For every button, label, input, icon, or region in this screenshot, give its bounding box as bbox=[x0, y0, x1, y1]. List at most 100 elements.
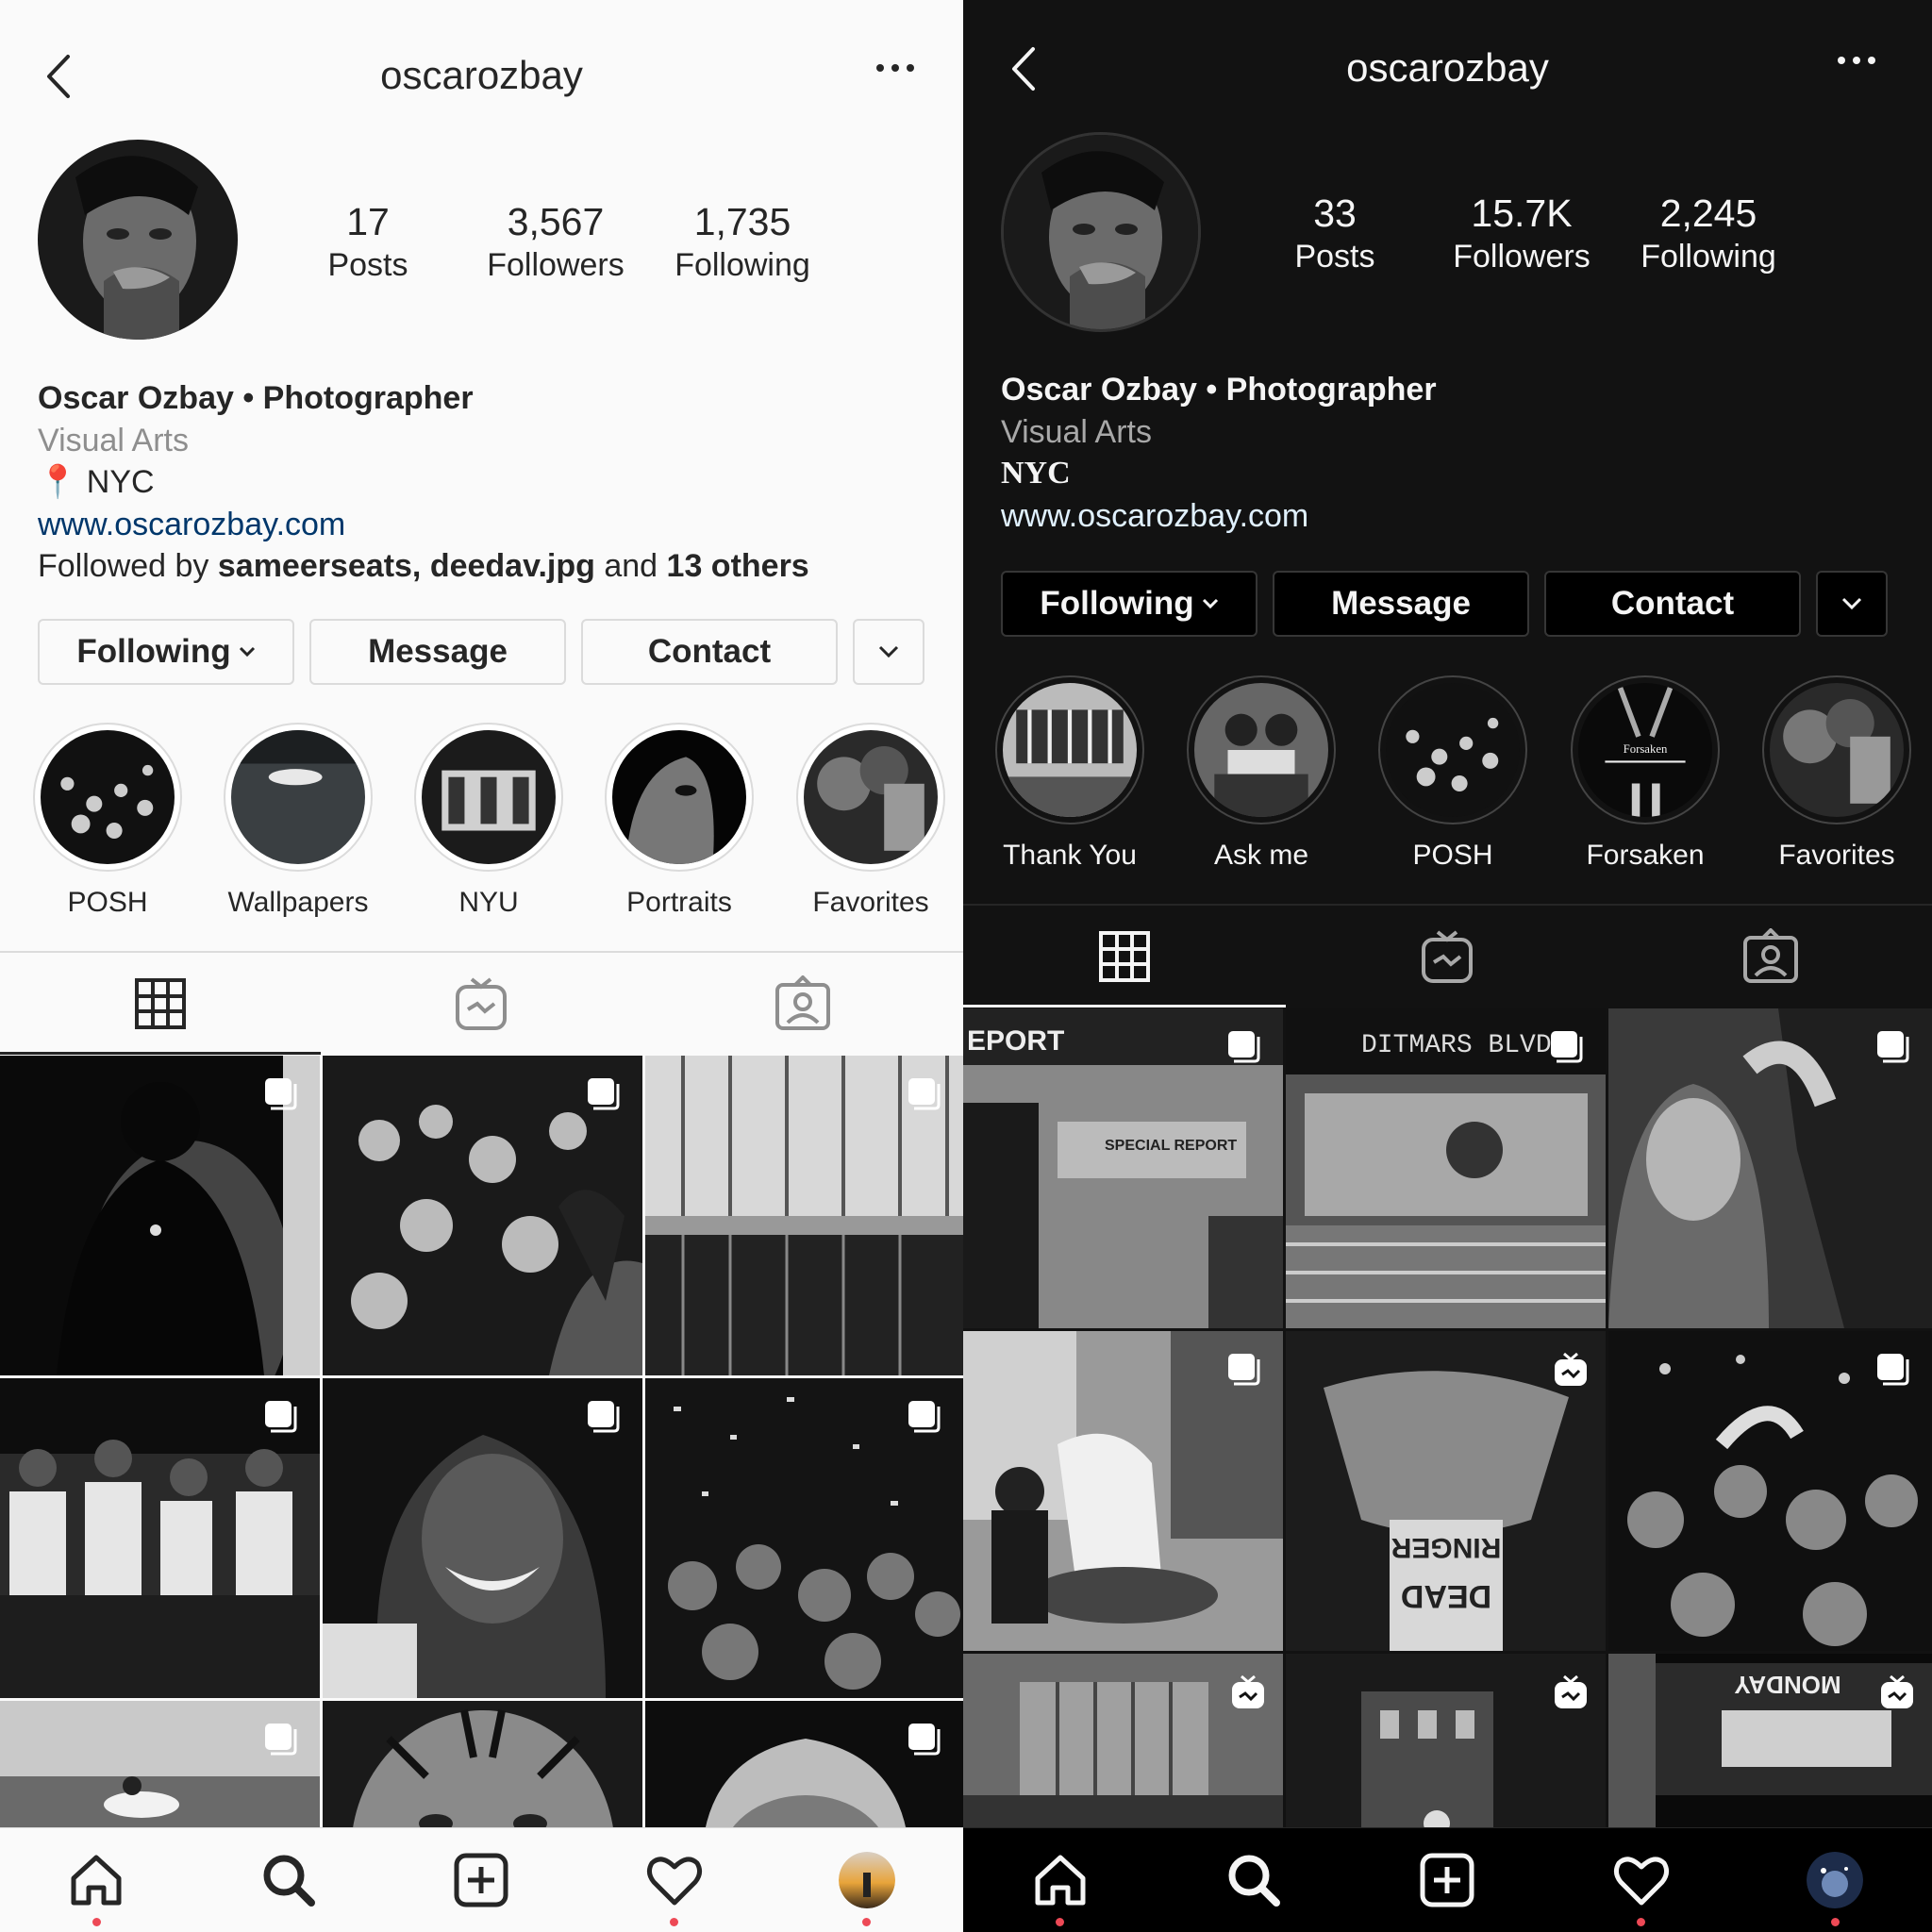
post-tile[interactable] bbox=[0, 1056, 320, 1375]
tab-tagged[interactable] bbox=[642, 953, 963, 1055]
profile-avatar-icon bbox=[838, 1852, 895, 1908]
more-icon[interactable] bbox=[874, 60, 916, 75]
website-link[interactable]: www.oscarozbay.com bbox=[38, 504, 809, 546]
carousel-icon bbox=[265, 1724, 297, 1756]
post-tile[interactable]: EPORT SPECIAL REPORT bbox=[963, 1008, 1283, 1328]
tab-grid[interactable] bbox=[963, 906, 1287, 1008]
carousel-icon bbox=[908, 1078, 941, 1110]
nav-profile[interactable] bbox=[1802, 1847, 1868, 1926]
tab-igtv[interactable] bbox=[321, 953, 641, 1055]
carousel-icon bbox=[1228, 1354, 1260, 1386]
followed-by-prefix: Followed by bbox=[38, 548, 209, 584]
suggested-dropdown-button[interactable] bbox=[1816, 571, 1888, 637]
followers-count[interactable]: 15.7K Followers bbox=[1437, 192, 1607, 278]
tab-tagged[interactable] bbox=[1609, 906, 1932, 1008]
followers-count[interactable]: 3,567 Followers bbox=[471, 200, 641, 287]
message-button[interactable]: Message bbox=[1273, 571, 1529, 637]
profile-avatar[interactable] bbox=[38, 140, 238, 340]
post-tile[interactable] bbox=[963, 1331, 1283, 1651]
nav-add[interactable] bbox=[1414, 1847, 1480, 1913]
message-button-label: Message bbox=[368, 633, 508, 670]
more-icon[interactable] bbox=[1836, 53, 1877, 68]
post-tile[interactable] bbox=[323, 1056, 642, 1375]
highlight-ask-me[interactable]: Ask me bbox=[1186, 675, 1337, 872]
following-button[interactable]: Following bbox=[38, 619, 294, 685]
contact-button[interactable]: Contact bbox=[581, 619, 838, 685]
igtv-icon bbox=[1232, 1674, 1264, 1708]
highlight-forsaken[interactable]: Forsaken Forsaken bbox=[1570, 675, 1721, 872]
tab-igtv[interactable] bbox=[1286, 906, 1608, 1008]
highlight-favorites[interactable]: Favorites bbox=[1761, 675, 1912, 872]
highlight-posh[interactable]: POSH bbox=[32, 723, 183, 919]
dark-profile-screen: oscarozbay 33 Posts 15.7K Followers 2,24… bbox=[963, 0, 1932, 1932]
grid-icon bbox=[1099, 931, 1151, 982]
profile-tabs bbox=[963, 904, 1932, 1008]
post-tile[interactable]: MONDAY bbox=[1608, 1654, 1932, 1842]
nav-search[interactable] bbox=[1221, 1847, 1287, 1913]
post-tile[interactable] bbox=[963, 1654, 1283, 1842]
profile-bio: Oscar Ozbay • Photographer Visual Arts N… bbox=[1001, 369, 1437, 537]
nav-profile[interactable] bbox=[834, 1847, 900, 1926]
nav-home[interactable] bbox=[1027, 1847, 1093, 1926]
photo-text: DITMARS BLVD bbox=[1361, 1031, 1552, 1060]
suggested-dropdown-button[interactable] bbox=[853, 619, 924, 685]
highlight-image bbox=[612, 730, 746, 864]
post-tile[interactable]: RINGER DEAD bbox=[1286, 1331, 1606, 1651]
light-profile-screen: oscarozbay 17 Posts 3,567 Followers 1,73… bbox=[0, 0, 963, 1932]
carousel-icon bbox=[265, 1401, 297, 1433]
posts-count[interactable]: 33 Posts bbox=[1250, 192, 1420, 278]
profile-avatar[interactable] bbox=[1001, 132, 1201, 332]
posts-label: Posts bbox=[1294, 239, 1375, 275]
highlight-favorites[interactable]: Favorites bbox=[795, 723, 946, 919]
post-tile[interactable]: DITMARS BLVD bbox=[1286, 1008, 1606, 1328]
following-count[interactable]: 1,735 Following bbox=[658, 200, 827, 287]
carousel-icon bbox=[1551, 1031, 1583, 1063]
nav-activity[interactable] bbox=[1608, 1847, 1674, 1926]
username-title: oscarozbay bbox=[380, 53, 583, 97]
action-buttons: Following Message Contact bbox=[38, 619, 924, 685]
highlight-wallpapers[interactable]: Wallpapers bbox=[223, 723, 374, 919]
chevron-down-icon bbox=[1202, 598, 1218, 609]
notification-dot bbox=[92, 1918, 101, 1926]
followed-by-line[interactable]: Followed by sameerseats, deedav.jpg and … bbox=[38, 545, 809, 588]
notification-dot bbox=[1830, 1918, 1840, 1926]
highlight-nyu[interactable]: NYU bbox=[413, 723, 564, 919]
following-label: Following bbox=[675, 247, 810, 283]
nav-add[interactable] bbox=[448, 1847, 514, 1913]
website-link[interactable]: www.oscarozbay.com bbox=[1001, 495, 1437, 538]
search-icon bbox=[1228, 1855, 1281, 1907]
tab-grid[interactable] bbox=[0, 953, 322, 1055]
post-tile[interactable] bbox=[1608, 1331, 1932, 1651]
nav-activity[interactable] bbox=[641, 1847, 708, 1926]
post-tile[interactable] bbox=[645, 1378, 963, 1698]
notification-dot bbox=[862, 1918, 872, 1926]
following-count[interactable]: 2,245 Following bbox=[1624, 192, 1793, 278]
igtv-icon bbox=[456, 977, 508, 1030]
message-button[interactable]: Message bbox=[309, 619, 566, 685]
notification-dot bbox=[670, 1918, 679, 1926]
photo-text: RINGER bbox=[1391, 1532, 1501, 1563]
carousel-icon bbox=[1228, 1031, 1260, 1063]
nav-search[interactable] bbox=[256, 1847, 322, 1913]
posts-count[interactable]: 17 Posts bbox=[283, 200, 453, 287]
post-tile[interactable] bbox=[1286, 1654, 1606, 1842]
chevron-down-icon bbox=[878, 645, 899, 658]
highlight-thank-you[interactable]: Thank You bbox=[994, 675, 1145, 872]
profile-tabs bbox=[0, 951, 963, 1055]
post-tile[interactable] bbox=[323, 1378, 642, 1698]
highlight-portraits[interactable]: Portraits bbox=[604, 723, 755, 919]
highlight-label: POSH bbox=[67, 887, 148, 918]
tagged-icon bbox=[774, 975, 830, 1030]
followers-label: Followers bbox=[487, 247, 625, 283]
post-tile[interactable] bbox=[645, 1056, 963, 1375]
location-line: 📍 NYC bbox=[38, 461, 809, 504]
post-tile[interactable] bbox=[0, 1378, 320, 1698]
nav-home[interactable] bbox=[63, 1847, 129, 1926]
contact-button[interactable]: Contact bbox=[1544, 571, 1801, 637]
following-button[interactable]: Following bbox=[1001, 571, 1257, 637]
notification-dot bbox=[1056, 1918, 1065, 1926]
bottom-nav bbox=[963, 1827, 1932, 1932]
post-tile[interactable] bbox=[1608, 1008, 1932, 1328]
highlight-posh[interactable]: POSH bbox=[1377, 675, 1528, 872]
add-icon bbox=[1420, 1853, 1474, 1907]
